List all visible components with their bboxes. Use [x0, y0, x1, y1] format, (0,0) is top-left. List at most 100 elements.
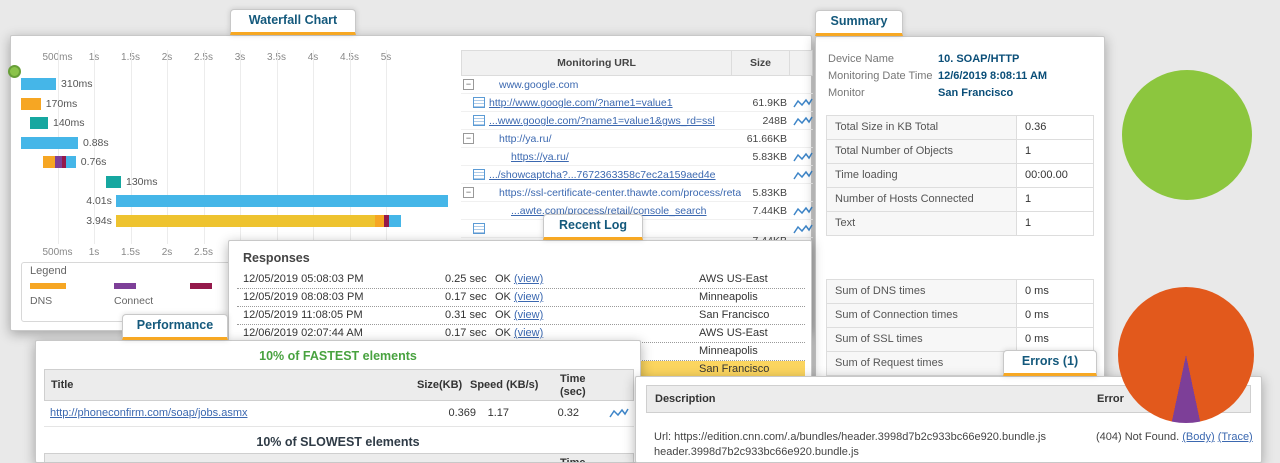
- url-link[interactable]: http://www.google.com/?name1=value1: [489, 94, 673, 112]
- trace-link[interactable]: (Trace): [1218, 431, 1253, 443]
- waterfall-bar-segment: [115, 195, 449, 207]
- bar-duration-label: 140ms: [53, 117, 85, 129]
- log-row: 12/05/2019 11:08:05 PM 0.31 sec OK (view) S…: [237, 307, 805, 325]
- stats-value: 0 ms: [1017, 328, 1093, 351]
- perf-header-title: Title: [51, 379, 74, 391]
- collapse-minus-icon[interactable]: −: [463, 133, 474, 144]
- waterfall-bar-row: 140ms: [11, 117, 461, 130]
- log-datetime: 12/05/2019 08:08:03 PM: [243, 291, 364, 303]
- sparkline-icon[interactable]: [793, 115, 813, 131]
- legend-swatch: [30, 283, 66, 289]
- log-duration: 0.17 sec: [445, 291, 487, 303]
- waterfall-bar-segment: [42, 156, 56, 168]
- stats-label: Sum of SSL times: [827, 328, 1017, 351]
- waterfall-bar-row: 3.94s: [11, 214, 461, 228]
- bar-duration-label: 0.88s: [82, 136, 109, 149]
- bar-duration-label: 170ms: [45, 97, 78, 110]
- time-tick-label: 2s: [161, 247, 173, 258]
- page-icon: [473, 223, 485, 234]
- log-status: OK (view): [495, 307, 543, 324]
- url-link[interactable]: https://ssl-certificate-center.thawte.co…: [499, 184, 741, 202]
- tab-errors[interactable]: Errors (1): [1003, 350, 1097, 376]
- perf-table-header: TitleSize(KB)Speed (KB/s)Time (sec): [44, 453, 634, 463]
- stats-label: Sum of DNS times: [827, 280, 1017, 303]
- monitoring-dashboard: 500ms1s1.5s2s2.5s3s3.5s4s4.5s5s 310ms170…: [0, 0, 1280, 463]
- body-link[interactable]: (Body): [1182, 431, 1214, 443]
- view-link[interactable]: (view): [514, 273, 543, 285]
- summary-totals-table: Total Size in KB Total 0.36 Total Number o…: [826, 115, 1094, 236]
- time-tick-label: 500ms: [42, 247, 73, 258]
- sparkline-icon[interactable]: [793, 205, 813, 221]
- waterfall-bar-segment: [66, 156, 76, 168]
- url-link[interactable]: http://ya.ru/: [499, 130, 552, 148]
- sparkline-icon[interactable]: [793, 97, 813, 113]
- url-row: − http://ya.ru/5.83KB: [461, 130, 813, 163]
- perf-time-value: 0.32: [557, 407, 579, 419]
- tab-waterfall-chart[interactable]: Waterfall Chart: [230, 9, 356, 35]
- status-ok: OK: [495, 273, 514, 285]
- error-status-text: (404) Not Found.: [1096, 431, 1183, 443]
- stats-row: Sum of Connection times 0 ms: [827, 304, 1093, 328]
- legend-label: DNS: [30, 295, 53, 307]
- tab-performance[interactable]: Performance: [122, 314, 228, 340]
- collapse-minus-icon[interactable]: −: [463, 187, 474, 198]
- summary-info-label: Device Name: [828, 53, 895, 65]
- perf-row: http://phoneconfirm.com/soap/jobs.asmx 0.…: [44, 401, 634, 427]
- sparkline-icon[interactable]: [609, 407, 629, 423]
- legend-swatch: [190, 283, 212, 289]
- performance-panel: 10% of FASTEST elements Title Size(KB) Spe…: [35, 340, 641, 463]
- waterfall-bar-row: 170ms: [11, 97, 461, 111]
- url-row: − https://ssl-certificate-center.thawte.c…: [461, 184, 813, 217]
- pie-chart-green: [1122, 70, 1252, 200]
- url-link[interactable]: www.google.com: [499, 76, 578, 94]
- view-link[interactable]: (view): [514, 327, 543, 339]
- sparkline-icon[interactable]: [793, 223, 813, 239]
- waterfall-bar-segment: [115, 214, 376, 227]
- error-status: (404) Not Found. (Body) (Trace): [1096, 431, 1253, 443]
- slowest-elements-title: 10% of SLOWEST elements: [256, 435, 420, 449]
- sparkline-icon[interactable]: [793, 151, 813, 167]
- view-link[interactable]: (view): [514, 309, 543, 321]
- url-link[interactable]: ...www.google.com/?name1=value1&gws_rd=s…: [489, 112, 715, 130]
- stats-value: 1: [1017, 140, 1093, 163]
- waterfall-bar-segment: [106, 175, 121, 188]
- summary-info-value: 10. SOAP/HTTP: [938, 53, 1020, 65]
- stats-label: Total Number of Objects: [827, 140, 1017, 163]
- perf-header-time: Time (sec): [560, 457, 586, 463]
- tab-summary[interactable]: Summary: [815, 10, 903, 36]
- waterfall-bar-segment: [21, 78, 57, 90]
- stats-row: Total Size in KB Total 0.36: [827, 116, 1093, 140]
- stats-row: Number of Hosts Connected 1: [827, 188, 1093, 212]
- url-row: ...www.google.com/?name1=value1&gws_rd=s…: [461, 112, 813, 145]
- log-status: OK (view): [495, 289, 543, 306]
- column-header-size: Size: [732, 51, 790, 75]
- url-link[interactable]: https://ya.ru/: [511, 148, 569, 166]
- page-icon: [473, 115, 485, 126]
- perf-title-link[interactable]: http://phoneconfirm.com/soap/jobs.asmx: [50, 407, 247, 419]
- log-location: AWS US-East: [699, 273, 768, 285]
- view-link[interactable]: (view): [514, 291, 543, 303]
- stats-value: 0.36: [1017, 116, 1093, 139]
- url-link[interactable]: .../showcaptcha?...7672363358c7ec2a159ae…: [489, 166, 716, 184]
- stats-label: Time loading: [827, 164, 1017, 187]
- perf-header-size: Size(KB): [417, 379, 463, 391]
- stats-label: Number of Hosts Connected: [827, 188, 1017, 211]
- legend-item: DNS: [30, 283, 66, 307]
- stats-value: 1: [1017, 212, 1093, 235]
- waterfall-bar-row: 310ms: [11, 78, 461, 91]
- stats-row: Sum of SSL times 0 ms: [827, 328, 1093, 352]
- bar-duration-label: 4.01s: [86, 195, 112, 207]
- waterfall-bar-segment: [29, 117, 48, 129]
- bar-duration-label: 3.94s: [86, 214, 112, 227]
- stats-value: 00:00.00: [1017, 164, 1093, 187]
- url-row: .../showcaptcha?...7672363358c7ec2a159ae…: [461, 166, 813, 199]
- sparkline-icon[interactable]: [793, 169, 813, 185]
- fastest-elements-title: 10% of FASTEST elements: [259, 349, 417, 363]
- url-table-header: Monitoring URL Size: [461, 50, 813, 76]
- stats-value: 0 ms: [1017, 304, 1093, 327]
- perf-header-speed: Speed (KB/s): [470, 379, 539, 391]
- status-ok: OK: [495, 309, 514, 321]
- tab-recent-log[interactable]: Recent Log: [543, 214, 643, 240]
- stats-row: Text 1: [827, 212, 1093, 236]
- collapse-minus-icon[interactable]: −: [463, 79, 474, 90]
